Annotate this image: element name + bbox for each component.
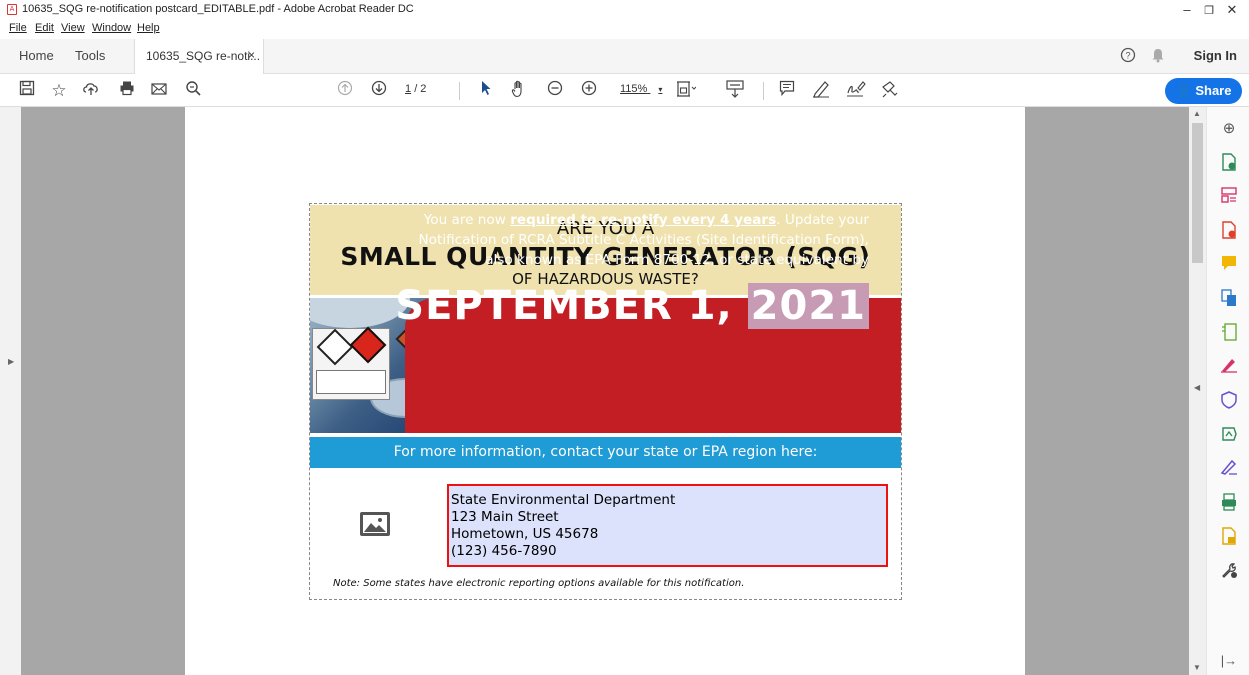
chevron-down-icon: ▾ xyxy=(658,85,663,94)
zoom-icon[interactable]: ⊕ xyxy=(1219,119,1239,139)
footnote: Note: Some states have electronic report… xyxy=(333,578,745,589)
contact-bar: For more information, contact your state… xyxy=(310,437,901,468)
address-line-1: State Environmental Department xyxy=(451,492,676,508)
fit-page-icon[interactable] xyxy=(675,80,697,104)
fill-sign-icon[interactable] xyxy=(1219,357,1239,377)
acrobat-app-icon: A xyxy=(7,4,17,15)
protect-shield-icon[interactable] xyxy=(1219,391,1239,411)
notice-prefix: You are now xyxy=(423,212,511,228)
menu-window[interactable]: Window xyxy=(92,22,131,34)
address-line-3: Hometown, US 45678 xyxy=(451,526,599,542)
hand-tool-icon[interactable] xyxy=(508,80,530,104)
vertical-scrollbar[interactable]: ▲ ◀ ▼ xyxy=(1189,107,1206,675)
comment-icon[interactable] xyxy=(776,80,798,102)
current-page-field[interactable]: 1 xyxy=(405,83,411,95)
tab-bar: Home Tools 10635_SQG re-noti... × ? Sign… xyxy=(0,39,1249,74)
zoom-level-dropdown[interactable]: 115% ▾ xyxy=(620,83,662,95)
restore-button[interactable]: ❐ xyxy=(1199,4,1219,17)
toolbar-divider xyxy=(763,82,764,100)
scrolling-mode-icon[interactable] xyxy=(724,80,746,104)
organize-pages-icon[interactable] xyxy=(1219,187,1239,207)
export-pdf-icon[interactable] xyxy=(1219,221,1239,241)
expand-left-panel-icon[interactable]: ▶ xyxy=(8,357,14,366)
add-user-icon: 👤 xyxy=(1175,83,1192,98)
more-tools-icon[interactable] xyxy=(1219,561,1239,581)
select-cursor-icon[interactable] xyxy=(475,80,497,102)
notice-line-2: Notification of RCRA Subtitle C Activiti… xyxy=(418,232,869,248)
notice-text: You are now required to re-notify every … xyxy=(409,210,869,270)
notice-emphasis: required to re-notify every 4 years xyxy=(510,212,777,228)
close-window-button[interactable]: ✕ xyxy=(1222,2,1242,18)
zoom-out-icon[interactable] xyxy=(544,80,566,102)
waste-label xyxy=(316,370,386,394)
menu-edit[interactable]: Edit xyxy=(35,22,54,34)
dashed-border-bottom xyxy=(309,599,902,600)
signature-pen-icon[interactable] xyxy=(1219,459,1239,479)
toolbar-divider xyxy=(459,82,460,100)
left-nav-rail: ▶ xyxy=(0,107,21,675)
scroll-down-icon[interactable]: ▼ xyxy=(1193,663,1201,672)
dashed-border-right xyxy=(901,203,902,600)
page-indicator[interactable]: 1 / 2 xyxy=(405,83,426,95)
stamp-icon[interactable] xyxy=(879,80,901,104)
menu-help[interactable]: Help xyxy=(137,22,160,34)
notice-rest: . Update your xyxy=(776,212,869,228)
comment-tool-icon[interactable] xyxy=(1219,255,1239,275)
help-icon[interactable]: ? xyxy=(1120,47,1136,67)
main-toolbar: ☆ 1 / 2 115% ▾ 👤 Share xyxy=(0,75,1249,107)
print-icon[interactable] xyxy=(116,80,138,102)
previous-page-icon[interactable] xyxy=(334,80,356,102)
search-icon[interactable] xyxy=(182,80,204,102)
upload-cloud-icon[interactable] xyxy=(80,80,102,102)
viewer-background xyxy=(21,107,185,675)
scan-icon[interactable] xyxy=(1219,493,1239,513)
sign-in-link[interactable]: Sign In xyxy=(1194,48,1237,63)
menu-view[interactable]: View xyxy=(61,22,85,34)
address-form-field[interactable]: State Environmental Department 123 Main … xyxy=(447,484,888,567)
document-tab-label: 10635_SQG re-noti... xyxy=(146,49,261,63)
title-bar: A 10635_SQG re-notification postcard_EDI… xyxy=(0,0,1249,20)
request-signature-icon[interactable] xyxy=(1219,425,1239,445)
next-page-icon[interactable] xyxy=(368,80,390,102)
scrollbar-thumb[interactable] xyxy=(1192,123,1203,263)
deadline-year-field[interactable]: 2021 xyxy=(747,283,869,329)
notice-line-3: also known as EPA Form 8700-12, or state… xyxy=(485,252,869,268)
minimize-button[interactable]: – xyxy=(1177,2,1197,17)
page-total: / 2 xyxy=(414,83,427,95)
highlight-pen-icon[interactable] xyxy=(810,80,832,104)
combine-files-icon[interactable] xyxy=(1219,289,1239,309)
zoom-in-icon[interactable] xyxy=(578,80,600,102)
menu-file[interactable]: File xyxy=(9,22,27,34)
image-placeholder-icon[interactable] xyxy=(360,512,390,536)
draw-signature-icon[interactable] xyxy=(845,80,867,104)
send-comments-icon[interactable] xyxy=(1219,527,1239,547)
create-pdf-icon[interactable] xyxy=(1219,153,1239,173)
tab-document[interactable]: 10635_SQG re-noti... × xyxy=(134,39,264,74)
share-button[interactable]: 👤 Share xyxy=(1165,78,1242,104)
zoom-level-value: 115% xyxy=(620,83,648,95)
deadline: SEPTEMBER 1, 2021 xyxy=(395,283,869,329)
viewer-background xyxy=(1025,107,1189,675)
tab-home[interactable]: Home xyxy=(19,48,54,63)
bell-icon[interactable] xyxy=(1151,47,1165,67)
tab-tools[interactable]: Tools xyxy=(75,48,105,63)
address-line-4: (123) 456-7890 xyxy=(451,543,557,559)
scroll-up-icon[interactable]: ▲ xyxy=(1193,109,1201,118)
svg-text:?: ? xyxy=(1125,51,1130,61)
edit-pdf-icon[interactable] xyxy=(1219,323,1239,343)
postcard: ARE YOU A SMALL QUANTITY GENERATOR (SQG)… xyxy=(309,203,902,600)
dashed-border-top xyxy=(309,203,902,204)
collapse-panel-icon[interactable]: |→ xyxy=(1219,651,1239,671)
collapse-right-panel-icon[interactable]: ◀ xyxy=(1194,383,1200,392)
bookmark-star-icon[interactable]: ☆ xyxy=(48,80,70,102)
close-tab-icon[interactable]: × xyxy=(248,48,255,62)
address-line-2: 123 Main Street xyxy=(451,509,559,525)
window-title: 10635_SQG re-notification postcard_EDITA… xyxy=(22,3,414,15)
deadline-date: SEPTEMBER 1, xyxy=(395,283,733,329)
save-icon[interactable] xyxy=(16,80,38,102)
share-button-label: Share xyxy=(1195,83,1232,98)
email-icon[interactable] xyxy=(148,80,170,102)
right-tools-panel: ⊕ |→ xyxy=(1206,107,1249,675)
